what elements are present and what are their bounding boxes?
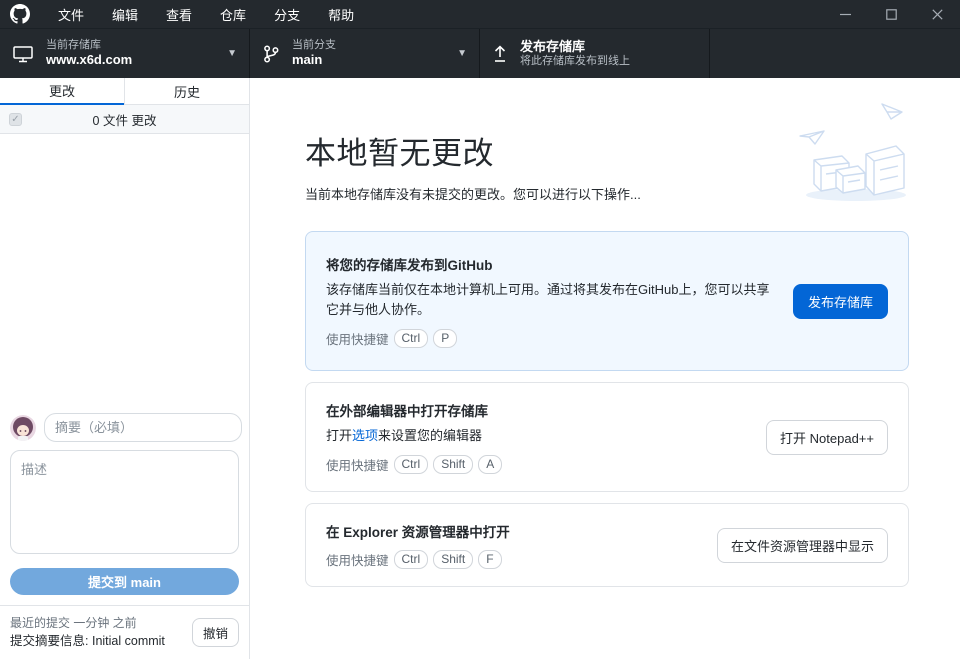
publish-card-shortcut: 使用快捷键 Ctrl P	[326, 329, 779, 348]
toolbar: 当前存储库 www.x6d.com ▼ 当前分支 main ▼ 发布存储库 将此…	[0, 28, 960, 78]
open-explorer-card: 在 Explorer 资源管理器中打开 使用快捷键 Ctrl Shift F 在…	[305, 503, 909, 587]
window-controls	[822, 0, 960, 28]
publish-card-description: 该存储库当前仅在本地计算机上可用。通过将其发布在GitHub上，您可以共享它并与…	[326, 280, 779, 320]
sidebar: 更改 历史 ✓ 0 文件 更改	[0, 78, 250, 659]
maximize-icon[interactable]	[868, 0, 914, 28]
titlebar: 文件 编辑 查看 仓库 分支 帮助	[0, 0, 960, 28]
publish-repository-button[interactable]: 发布存储库	[793, 284, 888, 319]
editor-card-shortcut: 使用快捷键 Ctrl Shift A	[326, 455, 752, 474]
explorer-card-title: 在 Explorer 资源管理器中打开	[326, 521, 703, 541]
recent-commit-time: 最近的提交 一分钟 之前	[10, 614, 192, 632]
close-icon[interactable]	[914, 0, 960, 28]
shortcut-label: 使用快捷键	[326, 550, 389, 569]
publish-card: 将您的存储库发布到GitHub 该存储库当前仅在本地计算机上可用。通过将其发布在…	[305, 231, 909, 371]
avatar	[10, 415, 36, 441]
menu-repository[interactable]: 仓库	[206, 0, 260, 28]
files-changed-count: 0 文件 更改	[22, 110, 227, 129]
commit-button-prefix: 提交到	[88, 575, 131, 590]
publish-repository-toolbar-button[interactable]: 发布存储库 将此存储库发布到线上	[480, 29, 710, 78]
empty-state-illustration	[792, 96, 914, 209]
key-ctrl: Ctrl	[394, 329, 429, 348]
repository-name: www.x6d.com	[46, 52, 221, 68]
open-notepad-button[interactable]: 打开 Notepad++	[766, 420, 888, 455]
options-link[interactable]: 选项	[352, 428, 378, 443]
menubar: 文件 编辑 查看 仓库 分支 帮助	[44, 0, 368, 28]
sidebar-tabs: 更改 历史	[0, 78, 249, 105]
current-branch-dropdown[interactable]: 当前分支 main ▼	[250, 29, 480, 78]
commit-summary-input[interactable]	[44, 413, 242, 442]
menu-file[interactable]: 文件	[44, 0, 98, 28]
key-ctrl: Ctrl	[394, 455, 429, 474]
key-p: P	[433, 329, 457, 348]
changed-files-header: ✓ 0 文件 更改	[0, 105, 249, 134]
publish-card-title: 将您的存储库发布到GitHub	[326, 254, 779, 274]
key-f: F	[478, 550, 501, 569]
upload-icon	[492, 45, 508, 63]
select-all-checkbox[interactable]: ✓	[9, 113, 22, 126]
menu-branch[interactable]: 分支	[260, 0, 314, 28]
monitor-icon	[12, 44, 34, 64]
publish-subtitle: 将此存储库发布到线上	[520, 55, 697, 69]
menu-edit[interactable]: 编辑	[98, 0, 152, 28]
undo-button[interactable]: 撤销	[192, 618, 239, 647]
changed-file-list	[0, 134, 249, 405]
key-shift: Shift	[433, 550, 473, 569]
editor-desc-pre: 打开	[326, 428, 352, 443]
menu-view[interactable]: 查看	[152, 0, 206, 28]
publish-text: 发布存储库 将此存储库发布到线上	[520, 39, 697, 69]
key-ctrl: Ctrl	[394, 550, 429, 569]
chevron-down-icon: ▼	[457, 48, 467, 59]
undo-commit-bar: 最近的提交 一分钟 之前 提交摘要信息: Initial commit 撤销	[0, 605, 249, 659]
open-editor-card: 在外部编辑器中打开存储库 打开选项来设置您的编辑器 使用快捷键 Ctrl Shi…	[305, 382, 909, 492]
show-in-explorer-button[interactable]: 在文件资源管理器中显示	[717, 528, 888, 563]
branch-text: 当前分支 main	[292, 39, 451, 69]
key-a: A	[478, 455, 502, 474]
branch-label: 当前分支	[292, 39, 451, 53]
commit-form: 提交到 main	[0, 405, 249, 605]
current-repository-dropdown[interactable]: 当前存储库 www.x6d.com ▼	[0, 29, 250, 78]
tab-history[interactable]: 历史	[124, 78, 249, 105]
shortcut-label: 使用快捷键	[326, 455, 389, 474]
repository-label: 当前存储库	[46, 39, 221, 53]
commit-summary-value: Initial commit	[92, 634, 165, 648]
menu-help[interactable]: 帮助	[314, 0, 368, 28]
commit-button-branch: main	[131, 575, 161, 590]
editor-desc-post: 来设置您的编辑器	[378, 428, 482, 443]
commit-to-branch-button[interactable]: 提交到 main	[10, 568, 239, 595]
key-shift: Shift	[433, 455, 473, 474]
editor-card-description: 打开选项来设置您的编辑器	[326, 426, 752, 446]
branch-name: main	[292, 52, 451, 68]
editor-card-title: 在外部编辑器中打开存储库	[326, 400, 752, 420]
shortcut-label: 使用快捷键	[326, 329, 389, 348]
explorer-card-shortcut: 使用快捷键 Ctrl Shift F	[326, 550, 703, 569]
main-panel: 本地暂无更改 当前本地存储库没有未提交的更改。您可以进行以下操作... 将您的存…	[250, 78, 960, 659]
commit-summary-label: 提交摘要信息:	[10, 634, 88, 648]
tab-changes[interactable]: 更改	[0, 78, 124, 105]
publish-title: 发布存储库	[520, 39, 697, 55]
github-logo-icon	[10, 4, 30, 24]
commit-description-input[interactable]	[10, 450, 239, 554]
chevron-down-icon: ▼	[227, 48, 237, 59]
minimize-icon[interactable]	[822, 0, 868, 28]
git-branch-icon	[262, 44, 280, 64]
repository-text: 当前存储库 www.x6d.com	[46, 39, 221, 69]
